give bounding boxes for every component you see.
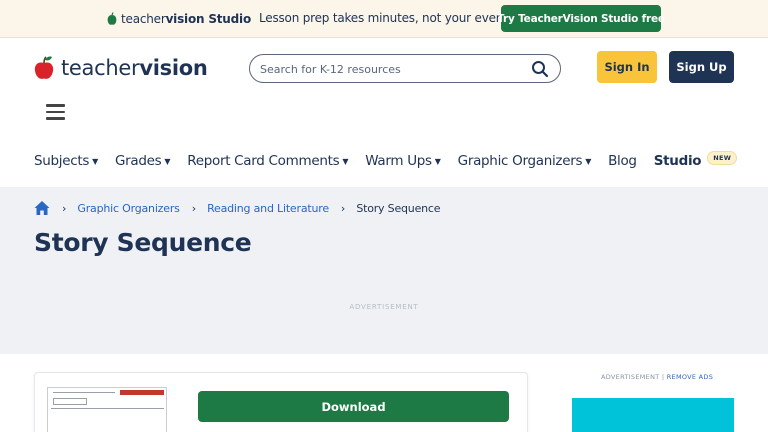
search-input[interactable] xyxy=(260,61,530,77)
nav-report-card-comments[interactable]: Report Card Comments ▼ xyxy=(187,153,348,169)
nav-subjects[interactable]: Subjects ▼ xyxy=(34,153,98,169)
teachervision-logo[interactable]: teachervision xyxy=(33,54,208,82)
nav-studio[interactable]: Studio NEW xyxy=(654,151,738,169)
remove-ads-link[interactable]: REMOVE ADS xyxy=(667,373,713,381)
apple-icon xyxy=(34,56,54,79)
sign-up-button[interactable]: Sign Up xyxy=(669,51,734,83)
caret-down-icon: ▼ xyxy=(342,156,349,166)
chevron-right-icon: › xyxy=(191,201,197,215)
logo-wordmark: teachervision xyxy=(61,56,208,80)
try-studio-button[interactable]: Try TeacherVision Studio free xyxy=(497,5,665,32)
new-badge: NEW xyxy=(707,151,738,165)
side-ad-label: ADVERTISEMENT | REMOVE ADS xyxy=(601,373,714,381)
breadcrumb: › Graphic Organizers › Reading and Liter… xyxy=(34,199,452,217)
hamburger-menu-icon[interactable] xyxy=(46,104,65,120)
caret-down-icon: ▼ xyxy=(585,156,592,166)
home-icon[interactable] xyxy=(34,200,50,216)
download-button[interactable]: Download xyxy=(198,391,509,422)
promo-text: Lesson prep takes minutes, not your even… xyxy=(259,11,525,25)
advertisement-label: ADVERTISEMENT xyxy=(349,303,419,311)
side-advertisement[interactable] xyxy=(572,398,734,432)
promo-brand: teachervision Studio xyxy=(121,12,251,26)
caret-down-icon: ▼ xyxy=(164,156,171,166)
nav-graphic-organizers[interactable]: Graphic Organizers ▼ xyxy=(458,153,592,169)
caret-down-icon: ▼ xyxy=(434,156,441,166)
search-bar xyxy=(249,54,561,83)
leaf-icon xyxy=(107,12,117,25)
nav-blog[interactable]: Blog xyxy=(608,153,637,169)
chevron-right-icon: › xyxy=(62,201,67,215)
sign-in-button[interactable]: Sign In xyxy=(597,51,657,83)
nav-warm-ups[interactable]: Warm Ups ▼ xyxy=(365,153,441,169)
breadcrumb-reading-and-literature[interactable]: Reading and Literature xyxy=(207,202,329,215)
promo-bar: teachervision Studio Lesson prep takes m… xyxy=(0,0,768,38)
breadcrumb-graphic-organizers[interactable]: Graphic Organizers xyxy=(77,202,179,215)
search-icon[interactable] xyxy=(531,60,549,78)
nav-grades[interactable]: Grades ▼ xyxy=(115,153,171,169)
worksheet-thumbnail[interactable] xyxy=(47,387,167,432)
chevron-right-icon: › xyxy=(340,201,346,215)
promo-studio-logo[interactable]: teachervision Studio xyxy=(106,11,251,27)
main-nav: Subjects ▼ Grades ▼ Report Card Comments ▼ … xyxy=(34,151,738,171)
page-title: Story Sequence xyxy=(34,228,252,257)
caret-down-icon: ▼ xyxy=(92,156,98,166)
breadcrumb-current: Story Sequence xyxy=(356,201,441,215)
